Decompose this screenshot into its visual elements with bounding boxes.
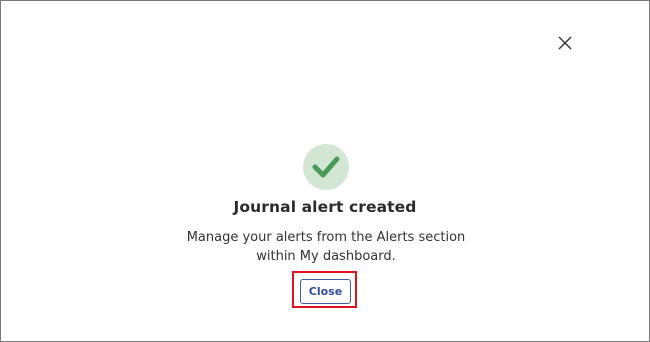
alert-created-dialog: Journal alert created Manage your alerts… (0, 0, 650, 342)
dialog-message: Manage your alerts from the Alerts secti… (186, 230, 466, 264)
checkmark-icon (312, 156, 340, 178)
success-badge (303, 144, 349, 190)
close-icon[interactable] (557, 35, 573, 51)
close-button[interactable]: Close (300, 279, 351, 304)
dialog-title: Journal alert created (233, 198, 417, 216)
